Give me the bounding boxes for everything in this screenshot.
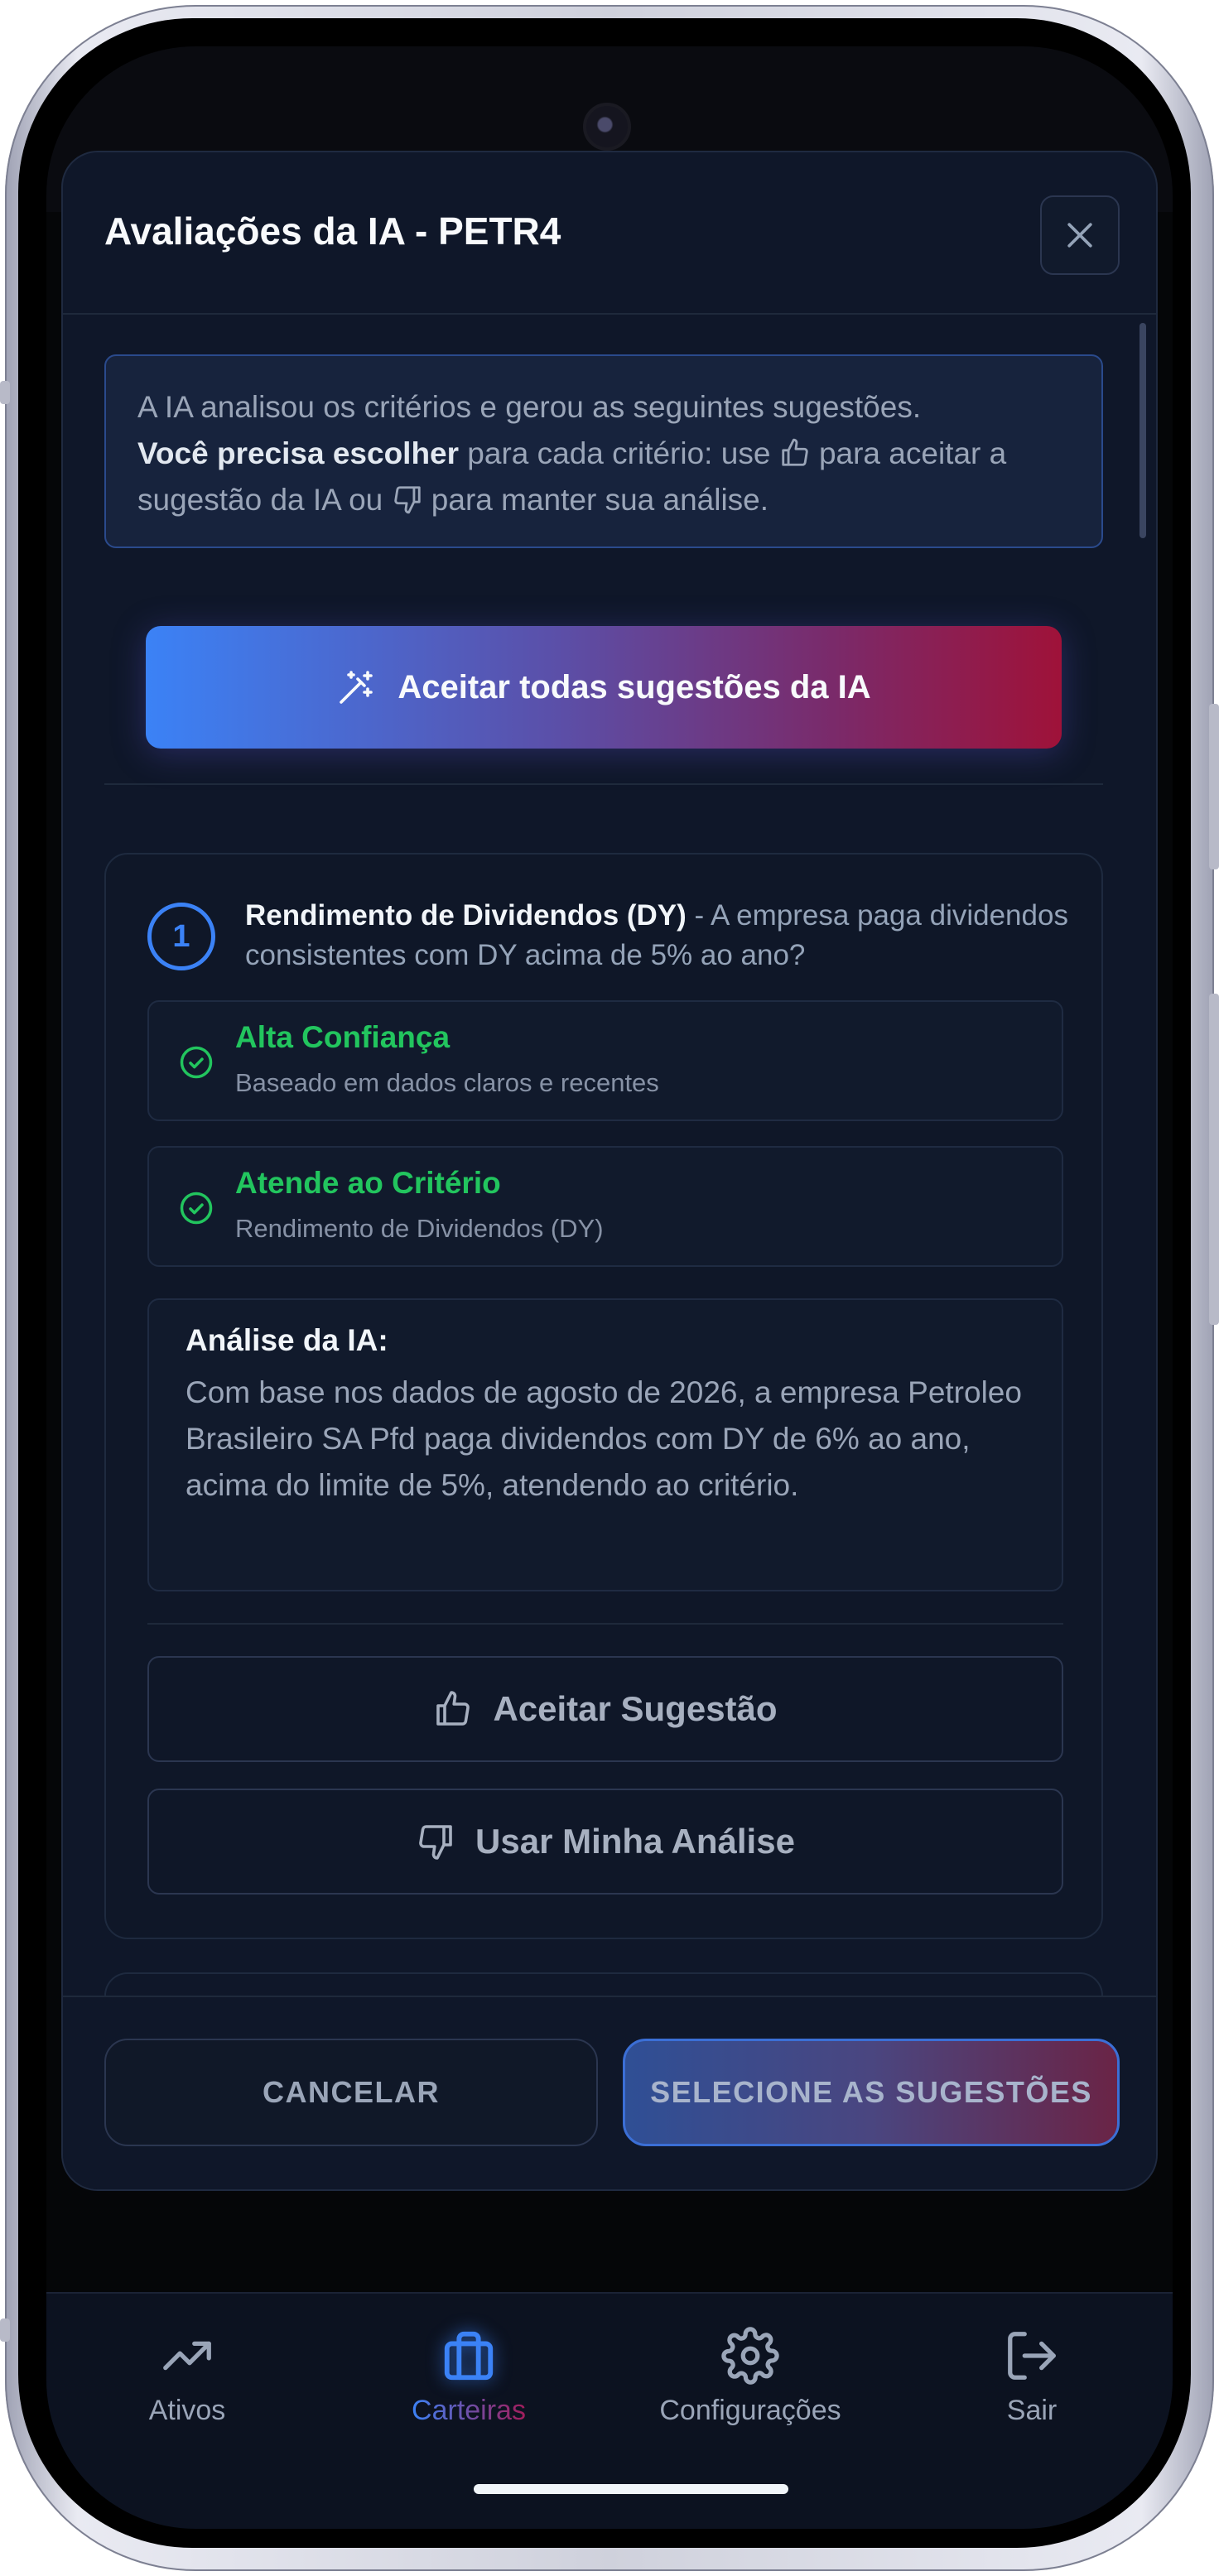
logout-icon	[1008, 2332, 1056, 2380]
accept-suggestion-label: Aceitar Sugestão	[493, 1689, 778, 1728]
confidence-subtitle: Baseado em dados claros e recentes	[235, 1068, 659, 1097]
result-title: Atende ao Critério	[235, 1166, 501, 1200]
screen: Avaliações da IA - PETR4 A IA analisou o…	[46, 46, 1173, 2529]
modal-footer: CANCELAR SELECIONE AS SUGESTÕES	[63, 1996, 1156, 2189]
use-my-analysis-label: Usar Minha Análise	[475, 1822, 795, 1861]
criterion-description: Rendimento de Dividendos (DY) - A empres…	[245, 896, 1073, 975]
criterion-name: Rendimento de Dividendos (DY)	[245, 899, 687, 932]
nav-label: Ativos	[148, 2395, 226, 2426]
ai-evaluations-modal: Avaliações da IA - PETR4 A IA analisou o…	[61, 151, 1158, 2191]
cancel-button[interactable]: CANCELAR	[104, 2039, 598, 2146]
info-box: A IA analisou os critérios e gerou as se…	[104, 354, 1103, 548]
nav-item-configuracoes[interactable]: Configurações	[626, 2327, 874, 2451]
modal-title: Avaliações da IA - PETR4	[104, 209, 561, 253]
thumbs-down-icon	[393, 486, 421, 514]
phone-side-button	[0, 381, 10, 404]
info-line1: A IA analisou os critérios e gerou as se…	[137, 390, 922, 424]
result-subtitle: Rendimento de Dividendos (DY)	[235, 1214, 604, 1243]
nav-label: Configurações	[659, 2395, 841, 2426]
accept-all-label: Aceitar todas sugestões da IA	[398, 668, 871, 705]
modal-body[interactable]: A IA analisou os critérios e gerou as se…	[63, 316, 1156, 1996]
front-camera	[583, 103, 631, 151]
x-icon	[1067, 223, 1092, 248]
analysis-title: Análise da IA:	[186, 1323, 388, 1357]
magic-wand-icon	[340, 671, 373, 704]
ai-analysis-box: Análise da IA: Com base nos dados de ago…	[147, 1298, 1063, 1591]
modal-header: Avaliações da IA - PETR4	[63, 152, 1156, 315]
info-part2: para cada critério: use	[459, 436, 779, 470]
use-my-analysis-button[interactable]: Usar Minha Análise	[147, 1789, 1063, 1895]
thumbs-down-icon	[419, 1825, 452, 1860]
thumbs-up-icon	[781, 438, 808, 466]
scrollbar[interactable]	[1140, 323, 1146, 538]
result-box: Atende ao Critério Rendimento de Dividen…	[147, 1146, 1063, 1267]
trending-up-icon	[163, 2341, 211, 2371]
select-suggestions-button[interactable]: SELECIONE AS SUGESTÕES	[623, 2039, 1120, 2146]
check-circle-icon	[180, 1046, 213, 1079]
analysis-text: Com base nos dados de agosto de 2026, a …	[186, 1375, 1022, 1502]
confidence-title: Alta Confiança	[235, 1020, 450, 1054]
info-part4: para manter sua análise.	[422, 483, 769, 517]
nav-item-carteiras[interactable]: Carteiras	[344, 2327, 593, 2451]
criterion-number: 1	[147, 903, 215, 970]
phone-side-button	[0, 2318, 10, 2342]
accept-suggestion-button[interactable]: Aceitar Sugestão	[147, 1656, 1063, 1762]
close-button[interactable]	[1040, 195, 1120, 275]
briefcase-icon	[444, 2331, 494, 2381]
accept-all-button[interactable]: Aceitar todas sugestões da IA	[146, 626, 1062, 749]
nav-item-ativos[interactable]: Ativos	[63, 2327, 311, 2451]
divider	[104, 783, 1103, 785]
phone-side-button	[1209, 704, 1219, 869]
next-criterion-card	[104, 1972, 1103, 1996]
thumbs-up-icon	[436, 1691, 470, 1726]
nav-item-sair[interactable]: Sair	[908, 2327, 1156, 2451]
info-bold: Você precisa escolher	[137, 436, 460, 470]
divider	[147, 1623, 1063, 1625]
nav-label: Sair	[1006, 2395, 1058, 2426]
gear-icon	[721, 2327, 779, 2385]
confidence-box: Alta Confiança Baseado em dados claros e…	[147, 1000, 1063, 1121]
check-circle-icon	[180, 1192, 213, 1225]
nav-label: Carteiras	[412, 2395, 526, 2426]
criterion-card: 1 Rendimento de Dividendos (DY) - A empr…	[104, 853, 1103, 1939]
home-indicator[interactable]	[474, 2484, 788, 2494]
phone-side-button	[1209, 994, 1219, 1325]
